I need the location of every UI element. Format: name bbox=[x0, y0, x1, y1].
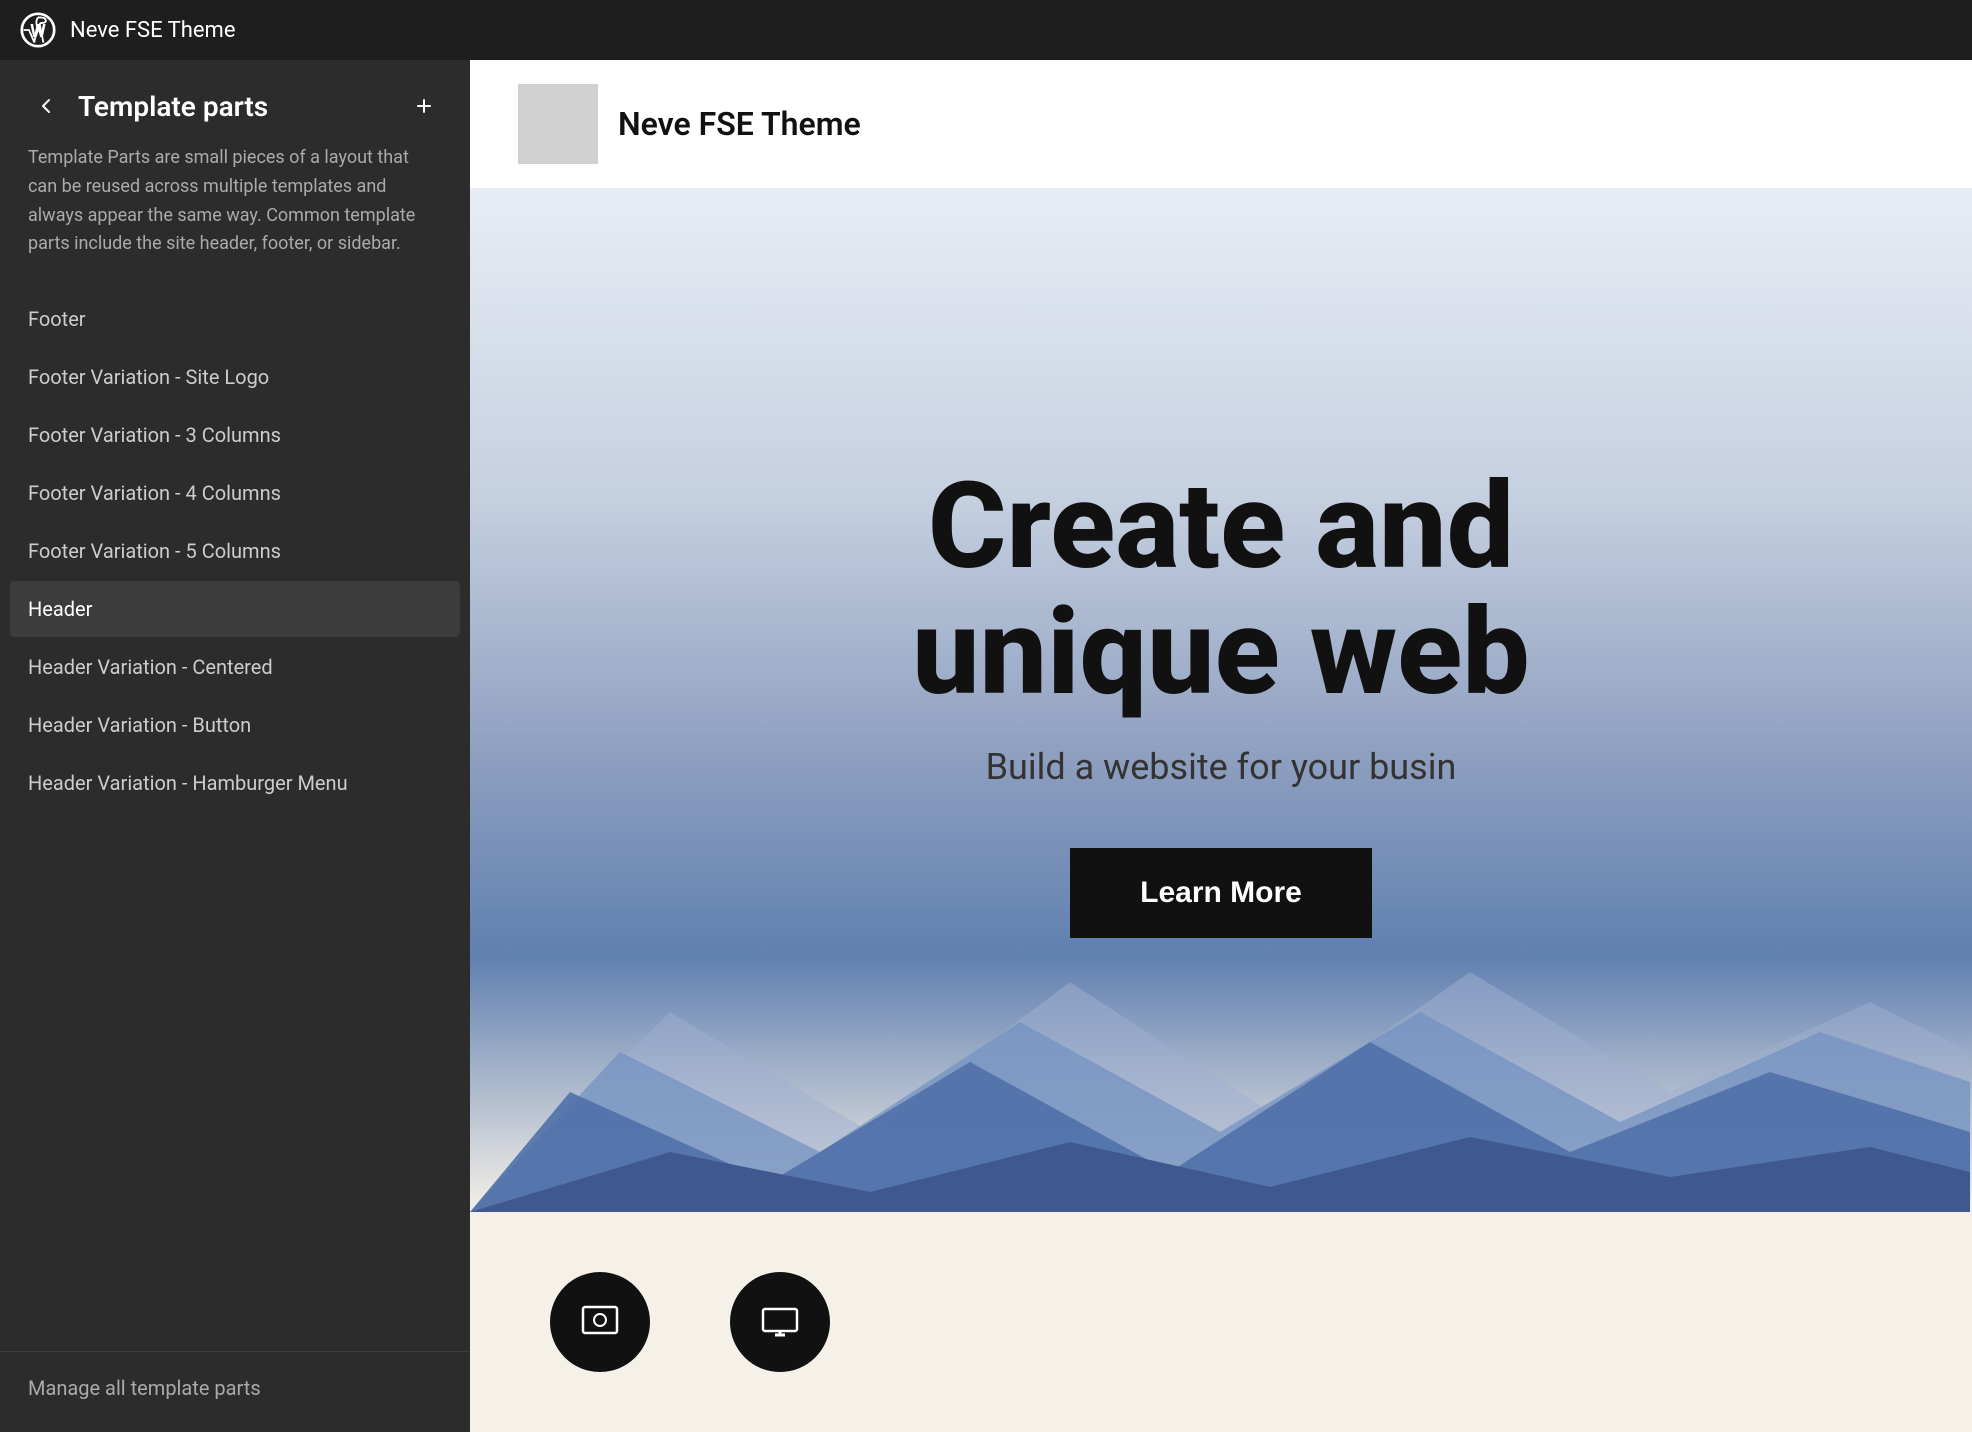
sidebar: Template parts Template Parts are small … bbox=[0, 60, 470, 1432]
icon-circle-2 bbox=[730, 1272, 830, 1372]
hero-section: Create and unique web Build a website fo… bbox=[470, 189, 1972, 1212]
hero-subtext: Build a website for your busin bbox=[986, 746, 1457, 788]
main-layout: Template parts Template Parts are small … bbox=[0, 60, 1972, 1432]
sidebar-item-header[interactable]: Header bbox=[10, 581, 460, 637]
icon-circle-1 bbox=[550, 1272, 650, 1372]
manage-all-link[interactable]: Manage all template parts bbox=[28, 1376, 261, 1400]
sidebar-item-header-hamburger[interactable]: Header Variation - Hamburger Menu bbox=[10, 755, 460, 811]
preview-area: Neve FSE Theme Create and unique web Bui… bbox=[470, 60, 1972, 1432]
sidebar-item-header-centered[interactable]: Header Variation - Centered bbox=[10, 639, 460, 695]
site-header: Neve FSE Theme bbox=[470, 60, 1972, 189]
preview-content: Neve FSE Theme Create and unique web Bui… bbox=[470, 60, 1972, 1432]
sidebar-item-footer-3-columns[interactable]: Footer Variation - 3 Columns bbox=[10, 407, 460, 463]
sidebar-description: Template Parts are small pieces of a lay… bbox=[0, 144, 470, 291]
sidebar-item-header-button[interactable]: Header Variation - Button bbox=[10, 697, 460, 753]
back-button[interactable] bbox=[28, 88, 64, 124]
learn-more-button[interactable]: Learn More bbox=[1070, 848, 1372, 938]
sidebar-header-left: Template parts bbox=[28, 88, 268, 124]
sidebar-item-footer-4-columns[interactable]: Footer Variation - 4 Columns bbox=[10, 465, 460, 521]
sidebar-nav: FooterFooter Variation - Site LogoFooter… bbox=[0, 291, 470, 1335]
hero-headline: Create and unique web bbox=[912, 464, 1530, 716]
wordpress-logo: W bbox=[20, 12, 56, 48]
topbar-title: Neve FSE Theme bbox=[70, 18, 235, 43]
sidebar-footer: Manage all template parts bbox=[0, 1351, 470, 1432]
mountain-scene bbox=[470, 932, 1970, 1212]
top-bar: W Neve FSE Theme bbox=[0, 0, 1972, 60]
bottom-section bbox=[470, 1212, 1972, 1432]
site-name: Neve FSE Theme bbox=[618, 105, 861, 143]
svg-text:W: W bbox=[30, 21, 46, 42]
sidebar-title: Template parts bbox=[78, 90, 268, 123]
sidebar-item-footer-site-logo[interactable]: Footer Variation - Site Logo bbox=[10, 349, 460, 405]
site-logo bbox=[518, 84, 598, 164]
sidebar-header: Template parts bbox=[0, 60, 470, 144]
add-button[interactable] bbox=[406, 88, 442, 124]
sidebar-item-footer[interactable]: Footer bbox=[10, 291, 460, 347]
sidebar-item-footer-5-columns[interactable]: Footer Variation - 5 Columns bbox=[10, 523, 460, 579]
